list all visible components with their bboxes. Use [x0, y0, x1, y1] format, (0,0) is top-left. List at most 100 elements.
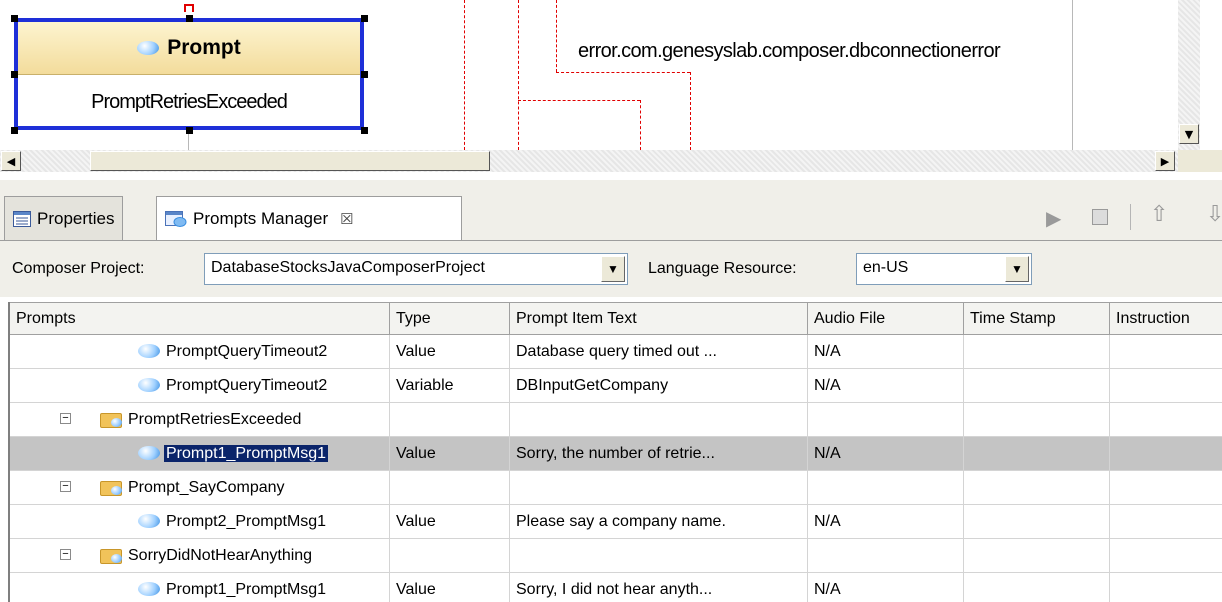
chevron-down-icon[interactable]: ▼ — [601, 256, 625, 282]
canvas-edge — [1200, 0, 1222, 150]
connector-line — [640, 100, 641, 150]
time-stamp-cell — [964, 573, 1110, 602]
scroll-right-button[interactable]: ▶ — [1155, 151, 1175, 171]
collapse-toggle-icon[interactable]: − — [60, 413, 71, 424]
vertical-scrollbar[interactable]: ▼ — [1178, 0, 1200, 150]
collapse-toggle-icon[interactable]: − — [60, 481, 71, 492]
tab-prompts-manager-label: Prompts Manager — [193, 208, 329, 228]
connector-line — [518, 100, 640, 101]
tab-prompts-manager[interactable]: Prompts Manager ☒ — [156, 196, 462, 240]
project-select-value: DatabaseStocksJavaComposerProject — [211, 259, 485, 276]
resize-handle[interactable] — [186, 15, 193, 22]
resize-handle[interactable] — [11, 15, 18, 22]
prompt-name-cell: PromptQueryTimeout2 — [10, 335, 390, 369]
table-row[interactable]: PromptQueryTimeout2 Value Database query t… — [10, 335, 1222, 369]
instruction-cell — [1110, 539, 1222, 573]
prompt-name: Prompt2_PromptMsg1 — [166, 513, 327, 530]
run-icon[interactable]: ▶ — [1046, 206, 1061, 230]
connector-line — [518, 0, 519, 150]
instruction-cell — [1110, 505, 1222, 539]
connector-line — [556, 72, 690, 73]
prompt-item-text-cell: Please say a company name. — [510, 505, 808, 539]
project-select[interactable]: DatabaseStocksJavaComposerProject ▼ — [204, 253, 628, 285]
resize-handle[interactable] — [361, 71, 368, 78]
type-cell — [390, 471, 510, 505]
connector-line — [556, 0, 557, 72]
table-row[interactable]: Prompt1_PromptMsg1 Value Sorry, I did not … — [10, 573, 1222, 602]
move-down-icon[interactable]: ⇩ — [1206, 202, 1222, 227]
collapse-toggle-icon[interactable]: − — [60, 549, 71, 560]
tab-properties[interactable]: Properties — [4, 196, 124, 240]
audio-file-cell — [808, 539, 964, 573]
prompt-name: PromptRetriesExceeded — [128, 411, 302, 428]
connection-anchor[interactable] — [184, 4, 194, 12]
tree-group-row[interactable]: − SorryDidNotHearAnything — [10, 539, 1222, 573]
type-cell: Variable — [390, 369, 510, 403]
instruction-cell — [1110, 573, 1222, 602]
instruction-cell — [1110, 403, 1222, 437]
column-header-instruction[interactable]: Instruction — [1110, 302, 1222, 334]
prompt-item-text-cell: DBInputGetCompany — [510, 369, 808, 403]
prompt-name-cell: Prompt2_PromptMsg1 — [10, 505, 390, 539]
tree-group-row[interactable]: − PromptRetriesExceeded — [10, 403, 1222, 437]
tree-group-row[interactable]: − Prompt_SayCompany — [10, 471, 1222, 505]
prompt-block-title: Prompt — [167, 36, 241, 59]
prompt-block-name: PromptRetriesExceeded — [91, 90, 288, 113]
prompt-item-text-cell — [510, 471, 808, 505]
close-tab-icon[interactable]: ☒ — [340, 210, 353, 228]
prompt-item-text-cell — [510, 403, 808, 437]
instruction-cell — [1110, 471, 1222, 505]
prompt-name: Prompt_SayCompany — [128, 479, 285, 496]
prompt-group-folder-icon — [100, 479, 122, 496]
resize-handle[interactable] — [11, 71, 18, 78]
prompt-bubble-icon — [137, 41, 160, 55]
prompt-block-header: Prompt — [18, 22, 360, 75]
table-row[interactable]: PromptQueryTimeout2 Variable DBInputGetCom… — [10, 369, 1222, 403]
scroll-left-button[interactable]: ◀ — [1, 151, 21, 171]
stop-icon[interactable] — [1092, 209, 1108, 225]
column-header-time-stamp[interactable]: Time Stamp — [964, 302, 1110, 334]
table-header: Prompts Type Prompt Item Text Audio File… — [10, 302, 1222, 335]
type-cell: Value — [390, 335, 510, 369]
scroll-down-button[interactable]: ▼ — [1179, 124, 1199, 144]
time-stamp-cell — [964, 335, 1110, 369]
horizontal-scroll-thumb[interactable] — [90, 151, 490, 171]
diagram-canvas[interactable]: error.com.genesyslab.composer.dbconnecti… — [0, 0, 1178, 150]
table-row[interactable]: Prompt1_PromptMsg1 Value Sorry, the number… — [10, 437, 1222, 471]
column-header-audio-file[interactable]: Audio File — [808, 302, 964, 334]
column-header-prompts[interactable]: Prompts — [10, 302, 390, 334]
time-stamp-cell — [964, 403, 1110, 437]
type-cell: Value — [390, 573, 510, 602]
chevron-down-icon[interactable]: ▼ — [1005, 256, 1029, 282]
prompt-name: PromptQueryTimeout2 — [166, 377, 328, 394]
resize-handle[interactable] — [361, 15, 368, 22]
prompt-block[interactable]: Prompt PromptRetriesExceeded — [14, 18, 364, 130]
project-label: Composer Project: — [12, 260, 145, 277]
resize-handle[interactable] — [11, 127, 18, 134]
scrollbar-corner — [1178, 150, 1222, 172]
move-up-icon[interactable]: ⇧ — [1150, 202, 1168, 227]
time-stamp-cell — [964, 471, 1110, 505]
instruction-cell — [1110, 335, 1222, 369]
prompt-group-folder-icon — [100, 547, 122, 564]
prompt-name: Prompt1_PromptMsg1 — [166, 581, 327, 598]
resize-handle[interactable] — [186, 127, 193, 134]
prompt-bubble-icon — [138, 344, 160, 358]
prompt-name: PromptQueryTimeout2 — [166, 343, 328, 360]
canvas-guide-line — [1072, 0, 1073, 150]
prompts-table[interactable]: Prompts Type Prompt Item Text Audio File… — [8, 302, 1222, 602]
toolbar-separator — [1130, 204, 1131, 230]
connector-label[interactable]: error.com.genesyslab.composer.dbconnecti… — [578, 40, 1001, 63]
resize-handle[interactable] — [361, 127, 368, 134]
prompt-item-text-cell — [510, 539, 808, 573]
audio-file-cell: N/A — [808, 573, 964, 602]
column-header-type[interactable]: Type — [390, 302, 510, 334]
language-select[interactable]: en-US ▼ — [856, 253, 1032, 285]
column-header-prompt-item-text[interactable]: Prompt Item Text — [510, 302, 808, 334]
table-row[interactable]: Prompt2_PromptMsg1 Value Please say a comp… — [10, 505, 1222, 539]
prompt-name: Prompt1_PromptMsg1 — [164, 445, 329, 462]
audio-file-cell: N/A — [808, 505, 964, 539]
horizontal-scrollbar[interactable]: ◀ ▶ — [0, 150, 1178, 172]
prompt-name-cell: − SorryDidNotHearAnything — [10, 539, 390, 573]
connector-line — [690, 72, 691, 150]
